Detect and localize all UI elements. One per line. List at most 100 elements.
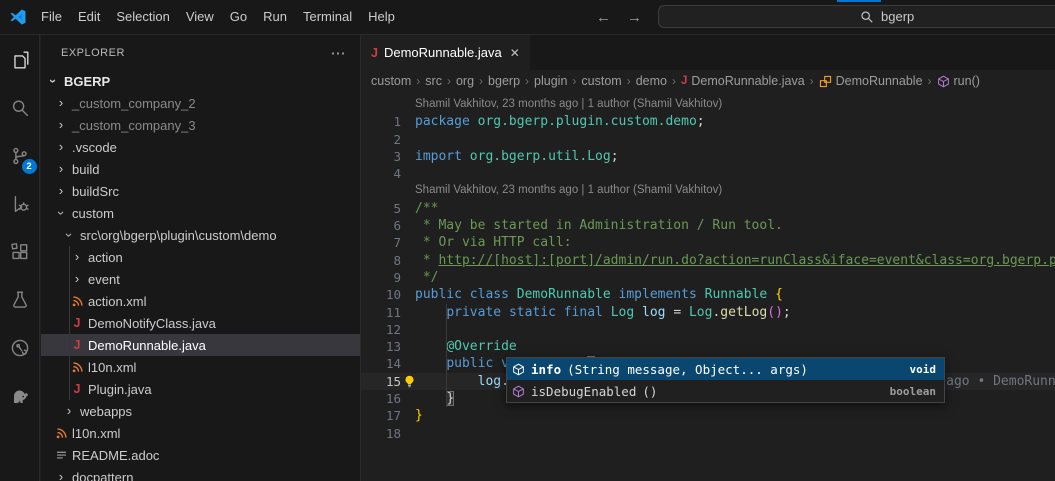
tree-item-label: DemoRunnable.java	[88, 338, 206, 353]
code-line-9[interactable]: 9 */	[361, 269, 1055, 286]
breadcrumb-plugin[interactable]: plugin	[534, 74, 567, 88]
tree-item-webapps[interactable]: ›webapps	[41, 400, 360, 422]
gutter	[401, 234, 415, 251]
code-line-10[interactable]: 10public class DemoRunnable implements R…	[361, 286, 1055, 303]
command-center-search[interactable]: bgerp	[658, 5, 1055, 28]
menu-edit[interactable]: Edit	[70, 0, 108, 34]
explorer-icon[interactable]	[0, 40, 40, 80]
tree-root-bgerp[interactable]: › BGERP	[41, 70, 360, 92]
suggestion-info[interactable]: info(String message, Object... args)void	[507, 358, 944, 380]
chevron-right-icon: ›	[69, 268, 85, 290]
code-text: * http://[host]:[port]/admin/run.do?acti…	[415, 252, 1055, 269]
circular-extension-icon[interactable]	[0, 328, 40, 368]
tree-item-vscode[interactable]: ›.vscode	[41, 136, 360, 158]
code-line-2[interactable]: 2	[361, 131, 1055, 148]
class-symbol-icon	[819, 75, 832, 88]
chevron-right-icon: ›	[53, 180, 69, 202]
code-line-4[interactable]: 4	[361, 165, 1055, 182]
gutter	[401, 131, 415, 148]
code-text: }	[415, 407, 423, 424]
code-text: }	[415, 390, 454, 407]
method-symbol-icon	[512, 363, 525, 376]
code-line-13[interactable]: 13 @Override	[361, 338, 1055, 355]
suggestion-isdebugenabled[interactable]: isDebugEnabled()boolean	[507, 380, 944, 402]
tree-item-build[interactable]: ›build	[41, 158, 360, 180]
nav-back-icon[interactable]: ←	[596, 9, 611, 26]
codelens-blame[interactable]: Shamil Vakhitov, 23 months ago | 1 autho…	[361, 182, 1055, 199]
code-area[interactable]: Shamil Vakhitov, 23 months ago | 1 autho…	[361, 92, 1055, 481]
code-line-6[interactable]: 6 * May be started in Administration / R…	[361, 217, 1055, 234]
gutter	[401, 425, 415, 442]
tree-item-demonotifyclass-java[interactable]: JDemoNotifyClass.java	[41, 312, 360, 334]
tree-item-l10n-xml[interactable]: l10n.xml	[41, 422, 360, 444]
gutter	[401, 321, 415, 338]
nav-forward-icon[interactable]: →	[627, 9, 642, 26]
tree-item-docpattern[interactable]: ›docpattern	[41, 466, 360, 481]
tree-item-custom-company-3[interactable]: ›_custom_company_3	[41, 114, 360, 136]
code-text: * Or via HTTP call:	[415, 234, 572, 251]
tree-item-readme-adoc[interactable]: README.adoc	[41, 444, 360, 466]
code-line-8[interactable]: 8 * http://[host]:[port]/admin/run.do?ac…	[361, 252, 1055, 269]
code-line-3[interactable]: 3import org.bgerp.util.Log;	[361, 148, 1055, 165]
breadcrumb-src[interactable]: src	[425, 74, 442, 88]
menu-file[interactable]: File	[33, 0, 70, 34]
menu-view[interactable]: View	[178, 0, 222, 34]
tree-item-label: l10n.xml	[72, 426, 120, 441]
tree-item-event[interactable]: ›event	[41, 268, 360, 290]
close-icon[interactable]: ✕	[510, 46, 520, 60]
code-line-5[interactable]: 5/**	[361, 200, 1055, 217]
tree-item-src-org-bgerp-plugin-custom-demo[interactable]: ›src\org\bgerp\plugin\custom\demo	[41, 224, 360, 246]
menu-go[interactable]: Go	[222, 0, 255, 34]
breadcrumb-demo[interactable]: demo	[636, 74, 667, 88]
breadcrumb-demorunnable[interactable]: DemoRunnable	[819, 74, 923, 88]
tree-item-plugin-java[interactable]: JPlugin.java	[41, 378, 360, 400]
menu-selection[interactable]: Selection	[108, 0, 177, 34]
testing-icon[interactable]	[0, 280, 40, 320]
more-actions-icon[interactable]: ⋯	[331, 44, 347, 62]
gutter	[401, 148, 415, 165]
codelens-blame[interactable]: Shamil Vakhitov, 23 months ago | 1 autho…	[361, 96, 1055, 113]
menu-help[interactable]: Help	[360, 0, 403, 34]
code-line-7[interactable]: 7 * Or via HTTP call:	[361, 234, 1055, 251]
tree-item-custom-company-2[interactable]: ›_custom_company_2	[41, 92, 360, 114]
chevron-right-icon: ›	[53, 92, 69, 114]
tree-item-custom[interactable]: ›custom	[41, 202, 360, 224]
run-and-debug-icon[interactable]	[0, 184, 40, 224]
menu-terminal[interactable]: Terminal	[295, 0, 360, 34]
tree-item-label: Plugin.java	[88, 382, 152, 397]
breadcrumb-bgerp[interactable]: bgerp	[488, 74, 520, 88]
code-text: public class DemoRunnable implements Run…	[415, 286, 783, 303]
code-line-11[interactable]: 11 private static final Log log = Log.ge…	[361, 304, 1055, 321]
chevron-right-icon: ›	[53, 114, 69, 136]
code-line-12[interactable]: 12	[361, 321, 1055, 338]
code-line-17[interactable]: 17}	[361, 407, 1055, 424]
tree-item-demorunnable-java[interactable]: JDemoRunnable.java	[41, 334, 360, 356]
code-line-1[interactable]: 1package org.bgerp.plugin.custom.demo;	[361, 113, 1055, 130]
tree-item-buildsrc[interactable]: ›buildSrc	[41, 180, 360, 202]
menu-run[interactable]: Run	[255, 0, 295, 34]
extensions-icon[interactable]	[0, 232, 40, 272]
explorer-sidebar: EXPLORER ⋯ › BGERP ›_custom_company_2›_c…	[41, 35, 361, 481]
code-line-18[interactable]: 18	[361, 425, 1055, 442]
breadcrumb-run[interactable]: run()	[937, 74, 980, 88]
sidebar-header: EXPLORER ⋯	[41, 35, 360, 70]
search-value: bgerp	[881, 9, 914, 24]
breadcrumb-custom[interactable]: custom	[581, 74, 621, 88]
gutter	[401, 200, 415, 217]
gradle-icon[interactable]	[0, 376, 40, 416]
tree-item-label: README.adoc	[72, 448, 159, 463]
breadcrumb-separator: ›	[525, 74, 529, 88]
breadcrumb-custom[interactable]: custom	[371, 74, 411, 88]
breadcrumb-demorunnable-java[interactable]: JDemoRunnable.java	[681, 74, 805, 88]
breadcrumb-label: custom	[581, 74, 621, 88]
breadcrumb-org[interactable]: org	[456, 74, 474, 88]
java-file-icon: J	[371, 46, 378, 60]
source-control-icon[interactable]: 2	[0, 136, 40, 176]
gutter	[401, 113, 415, 130]
chevron-down-icon: ›	[42, 73, 64, 89]
tree-item-action-xml[interactable]: action.xml	[41, 290, 360, 312]
tree-item-action[interactable]: ›action	[41, 246, 360, 268]
tab-demorunnable-java[interactable]: J DemoRunnable.java ✕	[361, 35, 530, 70]
search-view-icon[interactable]	[0, 88, 40, 128]
tree-item-l10n-xml[interactable]: l10n.xml	[41, 356, 360, 378]
